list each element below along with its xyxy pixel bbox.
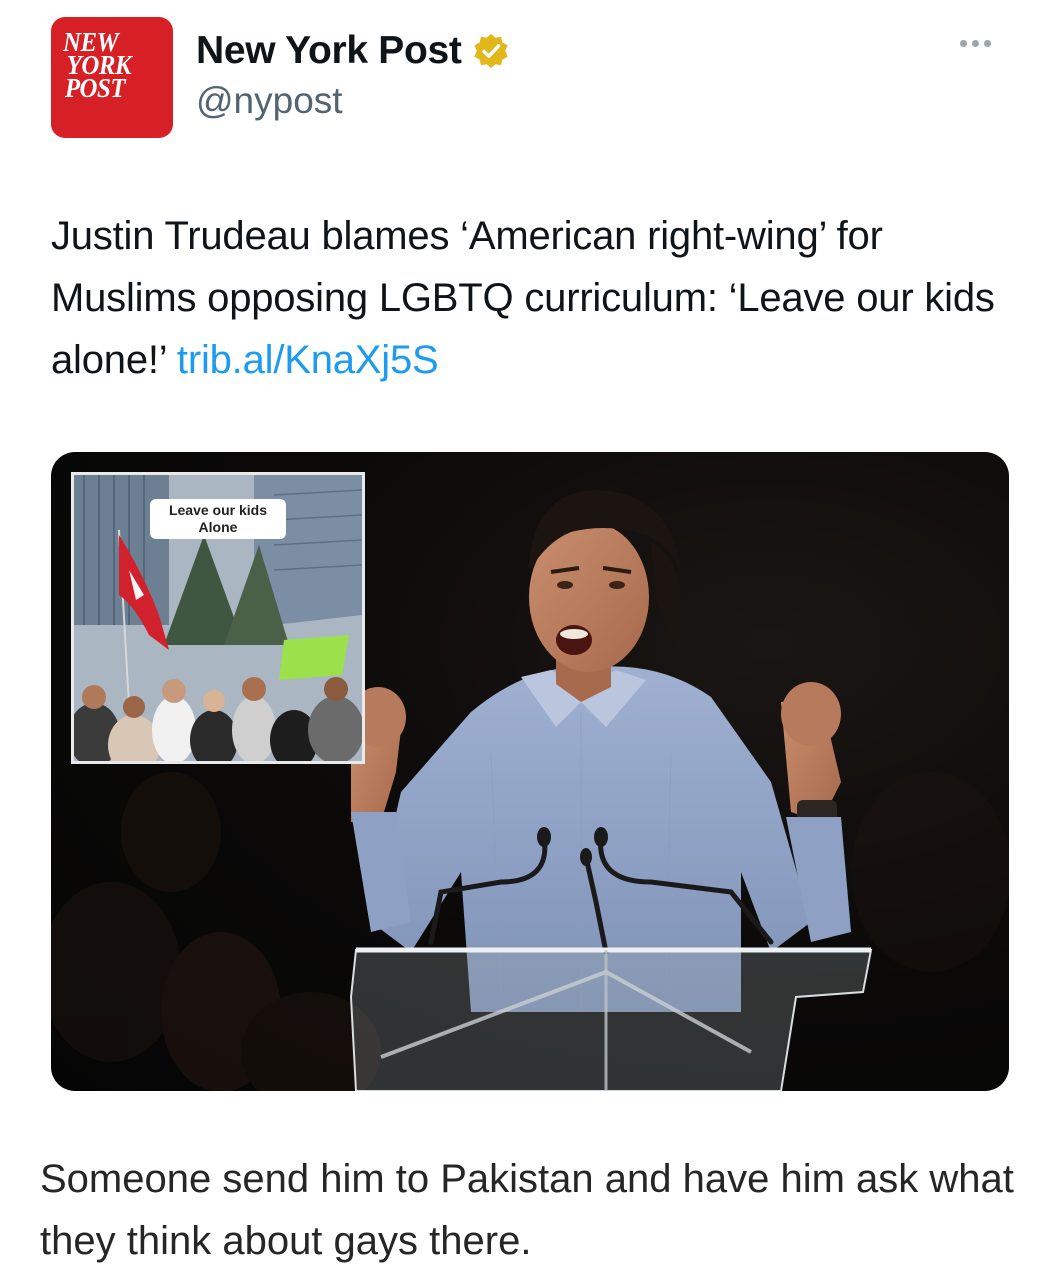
user-comment: Someone send him to Pakistan and have hi… [40,1157,1014,1263]
tweet-link[interactable]: trib.al/KnaXj5S [177,338,439,382]
tweet-media-image[interactable]: Leave our kids Alone [51,452,1009,1091]
inset-caption-line-1: Leave our kids [168,502,268,518]
account-handle[interactable]: @nypost [196,80,343,122]
inset-caption-line-2: Alone [198,519,238,535]
display-name[interactable]: New York Post [196,29,462,73]
verified-badge-icon [473,33,508,69]
new-york-post-logo: NEW YORK POST [63,27,132,103]
more-options-icon[interactable] [960,40,991,47]
protest-inset-image: Leave our kids Alone [71,472,365,764]
profile-avatar[interactable]: NEW YORK POST [51,17,173,138]
tweet-text: Justin Trudeau blames ‘American right-wi… [51,205,1011,391]
inset-caption: Leave our kids Alone [150,499,286,539]
account-name-row: New York Post [196,26,510,76]
